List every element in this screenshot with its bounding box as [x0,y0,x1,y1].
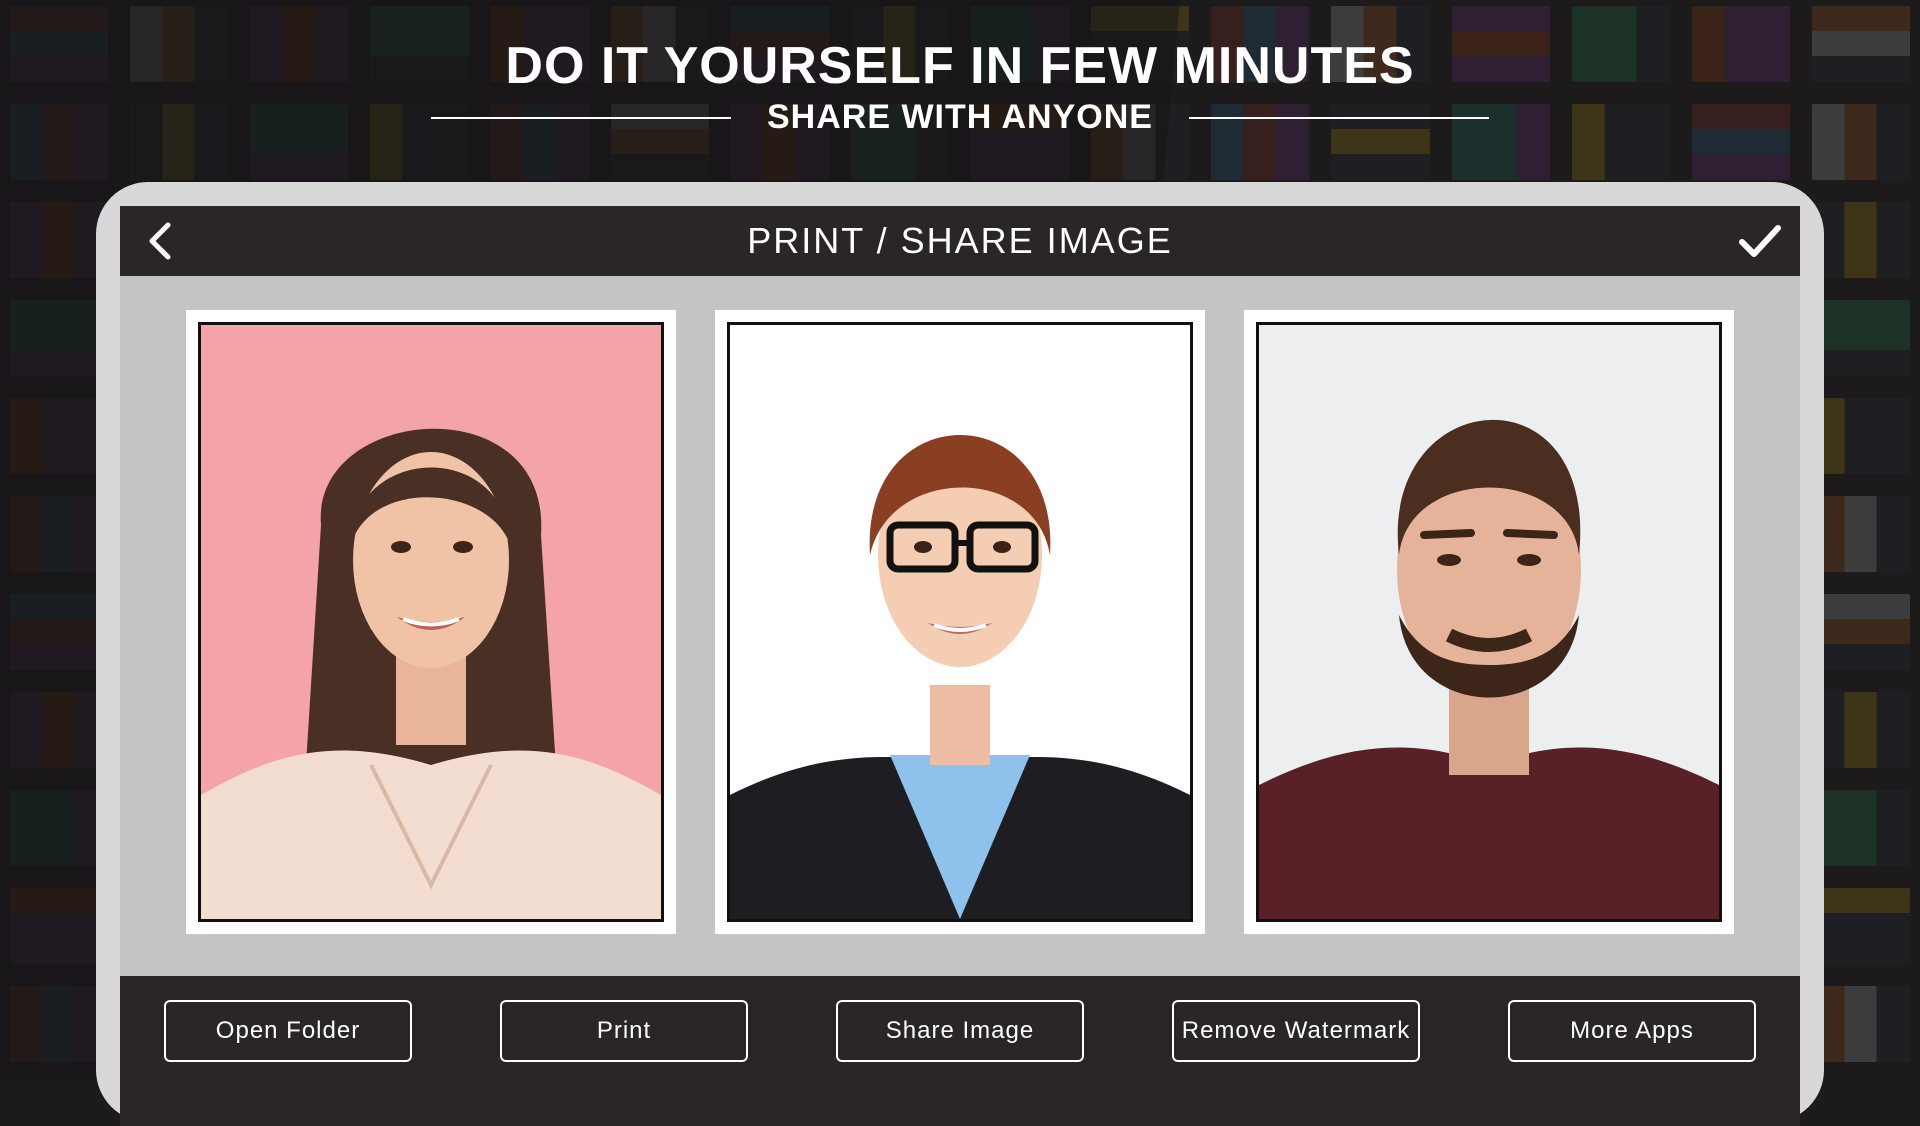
checkmark-icon [1739,225,1781,257]
bearded-man-grey-background-photo [1256,322,1722,922]
confirm-button[interactable] [1734,218,1786,264]
page-title: PRINT / SHARE IMAGE [747,220,1173,261]
flag-tile [1811,398,1910,474]
woman-glasses-white-background-photo [727,322,1193,922]
hero-subtitle: SHARE WITH ANYONE [767,98,1153,136]
top-toolbar: PRINT / SHARE IMAGE [120,206,1800,276]
hero-subtitle-row: SHARE WITH ANYONE [0,98,1920,137]
app-screen: PRINT / SHARE IMAGE Open Folder Print Sh… [120,206,1800,1126]
flag-tile [1811,202,1910,278]
hero-divider-right [1188,116,1489,119]
flag-tile [1811,692,1910,768]
chevron-left-icon [149,222,171,260]
flag-tile [1811,300,1910,376]
more-apps-button[interactable]: More Apps [1508,1000,1756,1062]
share-image-button[interactable]: Share Image [836,1000,1084,1062]
flag-tile [1811,594,1910,670]
open-folder-button[interactable]: Open Folder [164,1000,412,1062]
flag-tile [1811,986,1910,1062]
hero-divider-left [431,116,731,119]
photo-gallery [186,310,1734,934]
print-button[interactable]: Print [500,1000,748,1062]
photo-card[interactable] [186,310,676,934]
tablet-frame: PRINT / SHARE IMAGE Open Folder Print Sh… [96,182,1824,1126]
woman-pink-background-photo [198,322,664,922]
flag-tile [1811,888,1910,964]
hero-title: DO IT YOURSELF IN FEW MINUTES [505,37,1415,95]
photo-card[interactable] [715,310,1205,934]
remove-watermark-button[interactable]: Remove Watermark [1172,1000,1420,1062]
flag-tile [1811,790,1910,866]
flag-tile [1811,496,1910,572]
bottom-action-bar: Open Folder Print Share Image Remove Wat… [120,976,1800,1126]
photo-card[interactable] [1244,310,1734,934]
back-button[interactable] [138,218,184,264]
